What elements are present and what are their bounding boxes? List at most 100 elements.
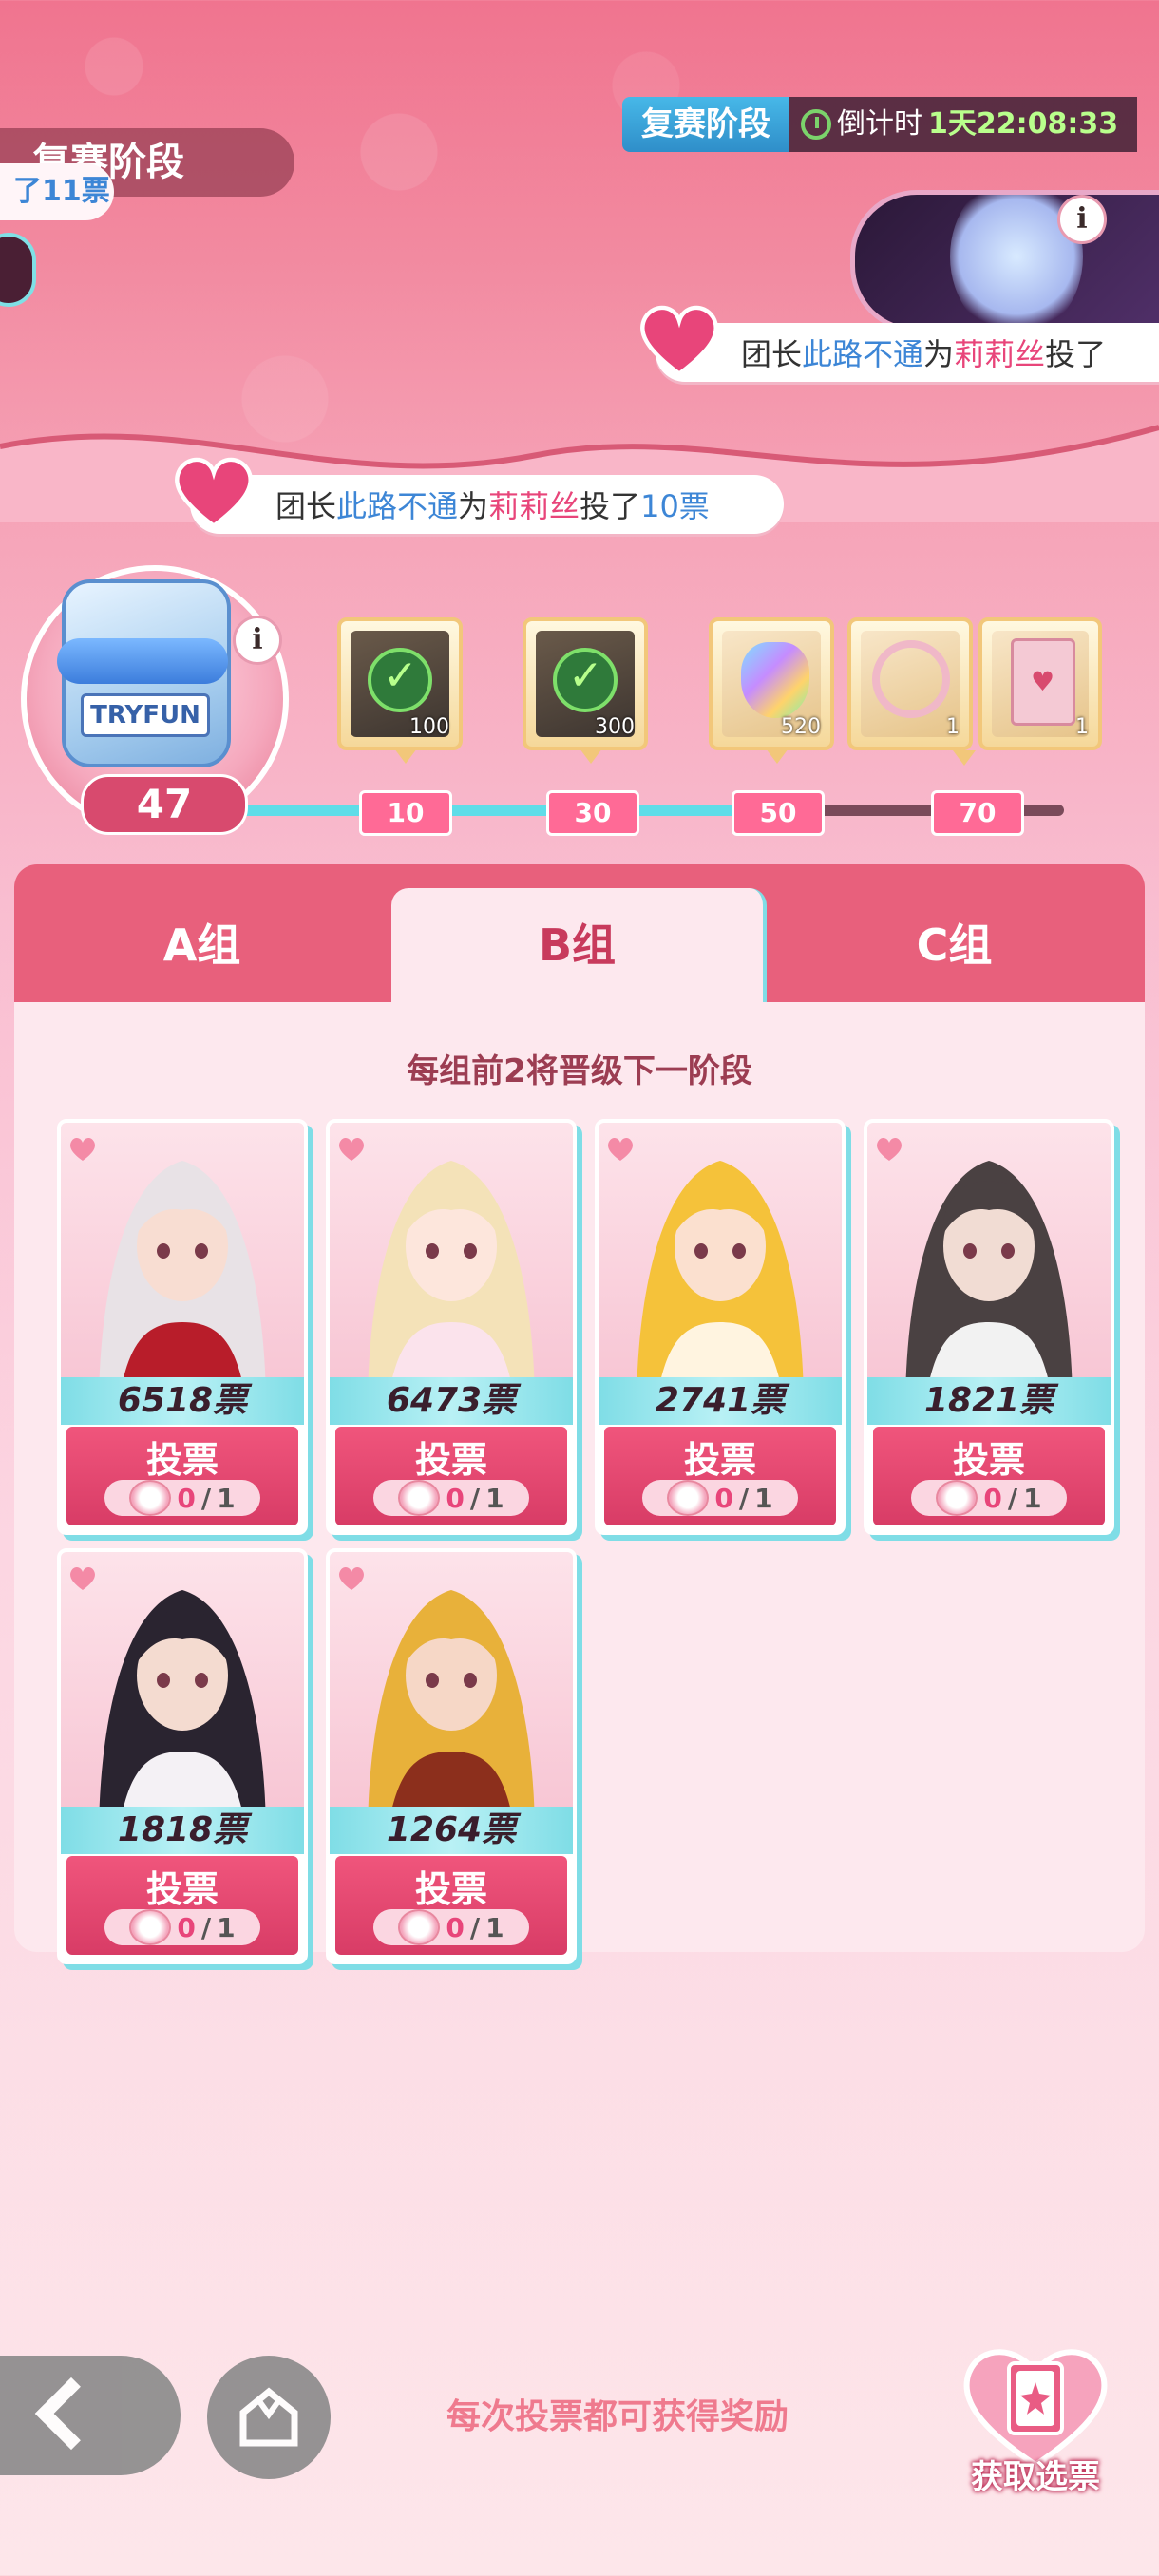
vote-button-label: 投票	[683, 1439, 756, 1481]
vote-used: 0	[714, 1482, 733, 1514]
ticker-user: 此路不通	[336, 488, 459, 524]
vote-quota: 0/1	[104, 1480, 260, 1516]
vote-ticker: 团长 此路不通为莉莉丝 投了 10票	[190, 475, 784, 534]
vote-button-label: 投票	[414, 1439, 487, 1481]
vote-ticker-top: 团长 此路不通为莉莉丝 投了	[656, 323, 1159, 382]
ticket-icon	[936, 1480, 978, 1516]
advance-rule-note: 每组前2将晋级下一阶段	[407, 1052, 752, 1090]
vote-limit: 1	[485, 1911, 504, 1943]
get-votes-button[interactable]: 获取选票	[950, 2337, 1121, 2508]
heart-card-icon: ♥	[1011, 638, 1075, 726]
vote-count-label: 6473票	[330, 1377, 573, 1425]
ticker-target: 莉莉丝	[954, 336, 1046, 372]
vote-count-label: 1264票	[330, 1807, 573, 1854]
vote-button-label: 投票	[414, 1868, 487, 1910]
ticker-mid: 为	[458, 488, 489, 524]
green-check-gem-icon	[553, 648, 618, 712]
reward-item-70-card[interactable]: ♥ 1	[978, 617, 1102, 750]
green-check-gem-icon	[368, 648, 432, 712]
character-card[interactable]: 2741票 投票 0/1	[595, 1119, 846, 1535]
ticker-amount: 10票	[640, 488, 710, 524]
vote-button[interactable]: 投票 0/1	[335, 1427, 567, 1525]
character-portrait	[61, 1123, 304, 1408]
get-votes-label: 获取选票	[971, 2458, 1100, 2496]
character-card[interactable]: 6518票 投票 0/1	[57, 1119, 308, 1535]
ticker-action: 投了	[580, 488, 641, 524]
vote-limit: 1	[485, 1482, 504, 1514]
vote-limit: 1	[1023, 1482, 1042, 1514]
reward-qty: 1	[1075, 715, 1089, 739]
countdown-value: 1天22:08:33	[928, 107, 1119, 141]
heart-icon	[608, 1137, 633, 1161]
character-card[interactable]: 1821票 投票 0/1	[864, 1119, 1114, 1535]
ticker-suffix: 投了	[1045, 336, 1107, 372]
info-icon[interactable]: i	[233, 616, 282, 665]
reward-item-70-frame[interactable]: 1	[847, 617, 973, 750]
vote-used: 0	[446, 1482, 465, 1514]
reward-item-10[interactable]: 100	[337, 617, 463, 764]
left-ticker-votes: 了11票	[0, 163, 114, 220]
reward-item-30[interactable]: 300	[522, 617, 648, 764]
heart-icon	[339, 1137, 364, 1161]
reward-hint: 每次投票都可获得奖励	[446, 2397, 788, 2436]
vote-count-label: 1821票	[867, 1377, 1111, 1425]
heart-icon	[175, 457, 253, 529]
ticket-icon	[398, 1480, 441, 1516]
character-portrait	[330, 1552, 573, 1837]
vote-button-label: 投票	[145, 1868, 218, 1910]
vote-button[interactable]: 投票 0/1	[335, 1856, 567, 1955]
ticket-icon	[667, 1480, 710, 1516]
vote-quota: 0/1	[642, 1480, 798, 1516]
reward-qty: 1	[946, 715, 960, 739]
heart-icon	[339, 1566, 364, 1590]
milestone-70: 70	[931, 790, 1024, 836]
tab-group-c[interactable]: C组	[767, 888, 1142, 1002]
character-card[interactable]: 1818票 投票 0/1	[57, 1548, 308, 1964]
vote-quota: 0/1	[373, 1480, 529, 1516]
vote-count-label: 6518票	[61, 1377, 304, 1425]
ribbon-bow	[57, 638, 228, 684]
vote-quota: 0/1	[104, 1909, 260, 1945]
milestone-30: 30	[546, 790, 639, 836]
vote-button-label: 投票	[952, 1439, 1025, 1481]
rainbow-crystal-icon	[741, 642, 809, 718]
vote-button[interactable]: 投票 0/1	[604, 1427, 836, 1525]
heart-icon	[70, 1137, 95, 1161]
character-card[interactable]: 1264票 投票 0/1	[326, 1548, 577, 1964]
vote-used: 0	[983, 1482, 1002, 1514]
home-button[interactable]	[207, 2356, 331, 2479]
vote-limit: 1	[754, 1482, 773, 1514]
ticker-prefix: 团长	[276, 488, 337, 524]
vote-limit: 1	[217, 1911, 236, 1943]
home-icon	[239, 2387, 298, 2447]
heart-ticket-icon	[963, 2349, 1108, 2469]
milestone-10: 10	[359, 790, 452, 836]
vote-limit: 1	[217, 1482, 236, 1514]
vote-button-label: 投票	[145, 1439, 218, 1481]
vote-quota: 0/1	[911, 1480, 1067, 1516]
character-portrait	[598, 1123, 842, 1408]
reward-qty: 520	[781, 715, 821, 739]
vote-used: 0	[446, 1911, 465, 1943]
countdown-bar: 复赛阶段 倒计时 1天22:08:33	[622, 95, 1138, 154]
ticket-icon	[129, 1909, 172, 1945]
back-button[interactable]	[0, 2356, 180, 2475]
reward-item-50[interactable]: 520	[709, 617, 834, 764]
chevron-left-icon	[34, 2377, 108, 2451]
countdown-label: 倒计时	[837, 107, 922, 141]
character-card[interactable]: 6473票 投票 0/1	[326, 1119, 577, 1535]
vote-button[interactable]: 投票 0/1	[66, 1427, 298, 1525]
vote-quota: 0/1	[373, 1909, 529, 1945]
featured-character-portrait[interactable]	[850, 190, 1159, 332]
reward-qty: 300	[595, 715, 635, 739]
character-portrait	[867, 1123, 1111, 1408]
vote-count-label: 1818票	[61, 1807, 304, 1854]
clock-icon	[801, 109, 831, 140]
character-portrait	[330, 1123, 573, 1408]
timer-stage-label: 复赛阶段	[622, 97, 789, 152]
vote-button[interactable]: 投票 0/1	[873, 1427, 1105, 1525]
tab-group-b[interactable]: B组	[391, 888, 767, 1012]
vote-button[interactable]: 投票 0/1	[66, 1856, 298, 1955]
tab-group-a[interactable]: A组	[14, 888, 390, 1002]
info-icon[interactable]: i	[1057, 195, 1107, 244]
